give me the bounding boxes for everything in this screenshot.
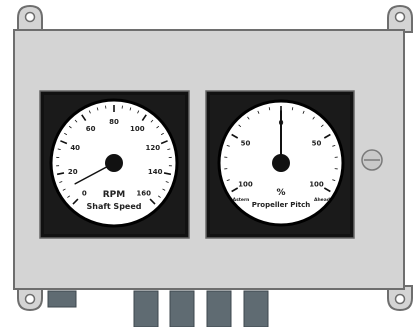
tick-label: 160 xyxy=(136,190,151,198)
tick-label: 0 xyxy=(82,190,87,198)
astern-label: Astern xyxy=(233,197,250,203)
panel-svg: 0 20 40 60 80 100 120 140 160 RPM Shaft Speed 10… xyxy=(13,4,413,327)
connector-1[interactable] xyxy=(133,290,159,327)
connector-3[interactable] xyxy=(206,290,232,327)
tick-label: 40 xyxy=(70,144,80,152)
status-lamp-icon[interactable] xyxy=(361,149,383,171)
rpm-needle-hub xyxy=(105,154,123,172)
rpm-unit-label: RPM xyxy=(103,190,126,200)
port-connector[interactable] xyxy=(47,290,77,308)
connectors xyxy=(47,290,269,327)
tick-label: 50 xyxy=(241,140,251,148)
pitch-gauge-label: Propeller Pitch xyxy=(252,201,311,209)
tick-label: 100 xyxy=(130,125,145,133)
control-panel: 0 20 40 60 80 100 120 140 160 RPM Shaft Speed 10… xyxy=(0,0,417,327)
screw-hole-icon xyxy=(24,11,36,23)
tick-label: 60 xyxy=(86,125,96,133)
screw-hole-icon xyxy=(394,11,406,23)
rpm-gauge-label: Shaft Speed xyxy=(86,202,141,211)
tick-label: 100 xyxy=(238,181,253,189)
tick-label: 100 xyxy=(309,181,324,189)
connector-4[interactable] xyxy=(243,290,269,327)
tick-label: 50 xyxy=(312,140,322,148)
tick-label: 140 xyxy=(148,168,163,176)
ahead-label: Ahead xyxy=(314,197,330,203)
pitch-needle-hub xyxy=(272,154,290,172)
screw-hole-icon xyxy=(24,293,36,305)
tick-label: 80 xyxy=(109,118,119,126)
tick-label: 20 xyxy=(68,168,78,176)
connector-2[interactable] xyxy=(169,290,195,327)
tick-label: 120 xyxy=(145,144,160,152)
pitch-unit-label: % xyxy=(276,188,285,198)
screw-hole-icon xyxy=(394,293,406,305)
